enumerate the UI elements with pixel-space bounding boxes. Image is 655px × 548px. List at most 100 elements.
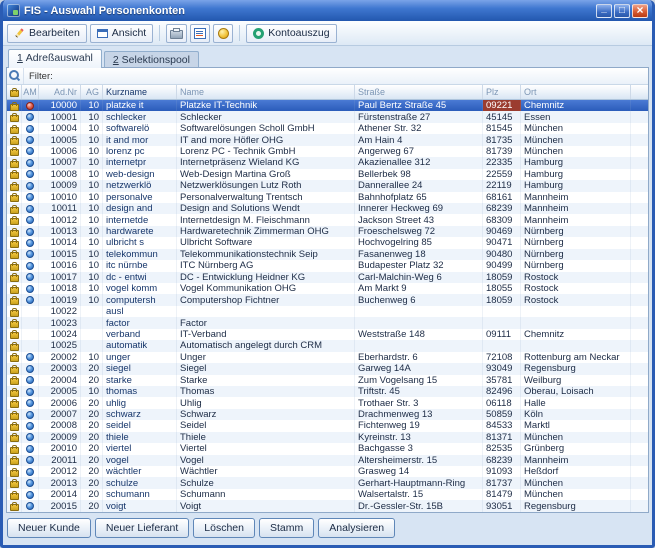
table-row[interactable]: 2001120vogelVogelAltersheimerstr. 156823… <box>7 455 648 466</box>
cell-ag: 10 <box>81 169 103 180</box>
cell-adnr: 10009 <box>39 180 81 191</box>
table-row[interactable]: 1001310hardwareteHardwaretechnik Zimmerm… <box>7 226 648 237</box>
tab-adressauswahl[interactable]: 1 Adreßauswahl <box>8 49 102 68</box>
lock-icon <box>10 321 19 328</box>
cell-kurzname: siegel <box>103 363 177 374</box>
table-row[interactable]: 10025automatikAutomatisch angelegt durch… <box>7 340 648 351</box>
cell-name <box>177 306 355 317</box>
table-row[interactable]: 1000810web-designWeb-Design Martina Groß… <box>7 169 648 180</box>
cell-ag: 10 <box>81 283 103 294</box>
cell-lock <box>7 226 22 237</box>
table-row[interactable]: 1001010personalvePersonalverwaltung Tren… <box>7 192 648 203</box>
cell-lock <box>7 146 22 157</box>
export-button[interactable] <box>190 24 210 43</box>
cell-plz: 90469 <box>483 226 521 237</box>
table-row[interactable]: 2001220wächtlerWächtlerGrasweg 1491093He… <box>7 466 648 477</box>
print-button[interactable] <box>166 24 187 43</box>
minimize-button[interactable] <box>596 4 612 18</box>
cell-ort: München <box>521 134 631 145</box>
column-header-ort[interactable]: Ort <box>521 85 631 99</box>
cell-ag: 10 <box>81 386 103 397</box>
cell-ort: Mannheim <box>521 192 631 203</box>
table-row[interactable]: 1000410softwarelöSoftwarelösungen Scholl… <box>7 123 648 134</box>
table-row[interactable]: 2000510thomasThomasTriftstr. 4582496Ober… <box>7 386 648 397</box>
cell-lock <box>7 203 22 214</box>
table-row[interactable]: 10024verbandIT-VerbandWeststraße 1480911… <box>7 329 648 340</box>
tab-selektionspool[interactable]: 2 Selektionspool <box>104 51 199 67</box>
ansicht-button[interactable]: Ansicht <box>90 24 153 43</box>
table-row[interactable]: 1000510it and morIT and more Höfler OHGA… <box>7 134 648 145</box>
table-row[interactable]: 2001420schumannSchumannWalsertalstr. 158… <box>7 489 648 500</box>
table-row[interactable]: 2001020viertelViertelBachgasse 382535Grü… <box>7 443 648 454</box>
cell-kurzname: voigt <box>103 500 177 511</box>
kontoauszug-button[interactable]: Kontoauszug <box>246 24 336 43</box>
table-row[interactable]: 1001410ulbricht sUlbricht SoftwareHochvo… <box>7 237 648 248</box>
table-row[interactable]: 10022ausl <box>7 306 648 317</box>
cell-ag: 20 <box>81 375 103 386</box>
column-header-adnr[interactable]: Ad.Nr <box>39 85 81 99</box>
title-bar[interactable]: FIS - Auswahl Personenkonten <box>3 0 652 21</box>
cell-filler <box>631 489 648 500</box>
cell-plz: 22559 <box>483 169 521 180</box>
lock-icon <box>10 390 19 397</box>
maximize-button[interactable] <box>614 4 630 18</box>
column-header-strasse[interactable]: Straße <box>355 85 483 99</box>
master-data-button[interactable]: Stamm <box>259 518 314 538</box>
table-row[interactable]: 1000710internetprInternetpräsenz Wieland… <box>7 157 648 168</box>
analyze-button[interactable]: Analysieren <box>318 518 395 538</box>
table-row[interactable]: 1001910computershComputershop FichtnerBu… <box>7 294 648 305</box>
table-row[interactable]: 2000720schwarzSchwarzDrachmenweg 1350859… <box>7 409 648 420</box>
cell-plz: 81545 <box>483 123 521 134</box>
column-header-kurzname[interactable]: Kurzname <box>103 85 177 99</box>
table-row[interactable]: 1000110schleckerSchleckerFürstenstraße 2… <box>7 111 648 122</box>
table-row[interactable]: 2001320schulzeSchulzeGerhart-Hauptmann-R… <box>7 477 648 488</box>
table-row[interactable]: 2000210ungerUngerEberhardstr. 672108Rott… <box>7 352 648 363</box>
column-header-filler[interactable] <box>631 85 648 99</box>
cell-filler <box>631 192 648 203</box>
table-row[interactable]: 1001110design andDesign and Solutions We… <box>7 203 648 214</box>
new-supplier-button[interactable]: Neuer Lieferant <box>95 518 189 538</box>
cell-am <box>22 249 39 260</box>
table-row[interactable]: 1001710dc - entwiDC - Entwicklung Heidne… <box>7 272 648 283</box>
lamp-icon <box>218 28 229 39</box>
bearbeiten-button[interactable]: Bearbeiten <box>7 24 87 43</box>
cell-adnr: 10024 <box>39 329 81 340</box>
cell-ag: 20 <box>81 409 103 420</box>
cell-name: Schumann <box>177 489 355 500</box>
cell-filler <box>631 317 648 328</box>
table-row[interactable]: 1000610lorenz pcLorenz PC - Technik GmbH… <box>7 146 648 157</box>
delete-button[interactable]: Löschen <box>193 518 255 538</box>
table-row[interactable]: 2001520voigtVoigtDr.-Gessler-Str. 15B930… <box>7 500 648 511</box>
column-header-plz[interactable]: Plz <box>483 85 521 99</box>
cell-am <box>22 294 39 305</box>
cell-strasse: Fasanenweg 18 <box>355 249 483 260</box>
new-customer-button[interactable]: Neuer Kunde <box>7 518 91 538</box>
table-row[interactable]: 10023factorFactor <box>7 317 648 328</box>
column-header-am[interactable]: AM <box>22 85 39 99</box>
table-row[interactable]: 2000620uhligUhligTrothaer Str. 306118Hal… <box>7 397 648 408</box>
table-row[interactable]: 1000910netzwerklöNetzwerklösungen Lutz R… <box>7 180 648 191</box>
table-row[interactable]: 2000320siegelSiegelGarweg 14A93049Regens… <box>7 363 648 374</box>
cell-plz: 72108 <box>483 352 521 363</box>
cell-am <box>22 352 39 363</box>
table-row[interactable]: 2000420starkeStarkeZum Vogelsang 1535781… <box>7 375 648 386</box>
cell-ort: Regensburg <box>521 500 631 511</box>
cell-adnr: 10014 <box>39 237 81 248</box>
table-row[interactable]: 1001610itc nürnbeITC Nürnberg AGBudapest… <box>7 260 648 271</box>
table-row[interactable]: 1001810vogel kommVogel Kommunikation OHG… <box>7 283 648 294</box>
filter-button[interactable] <box>7 68 24 84</box>
table-row[interactable]: 2000920thieleThieleKyreinstr. 1381371Mün… <box>7 432 648 443</box>
cell-strasse: Paul Bertz Straße 45 <box>355 100 483 111</box>
cell-ag: 10 <box>81 214 103 225</box>
column-header-name[interactable]: Name <box>177 85 355 99</box>
column-header-ag[interactable]: AG <box>81 85 103 99</box>
table-row[interactable]: 1000010platzke itPlatzke IT-TechnikPaul … <box>7 100 648 111</box>
column-header-lock[interactable] <box>7 85 22 99</box>
cell-am <box>22 466 39 477</box>
table-row[interactable]: 1001210internetdeInternetdesign M. Fleis… <box>7 214 648 225</box>
close-button[interactable] <box>632 4 648 18</box>
cell-am <box>22 477 39 488</box>
info-button[interactable] <box>213 24 233 43</box>
table-row[interactable]: 2000820seidelSeidelFichtenweg 1984533Mar… <box>7 420 648 431</box>
table-row[interactable]: 1001510telekommunTelekommunikationstechn… <box>7 249 648 260</box>
